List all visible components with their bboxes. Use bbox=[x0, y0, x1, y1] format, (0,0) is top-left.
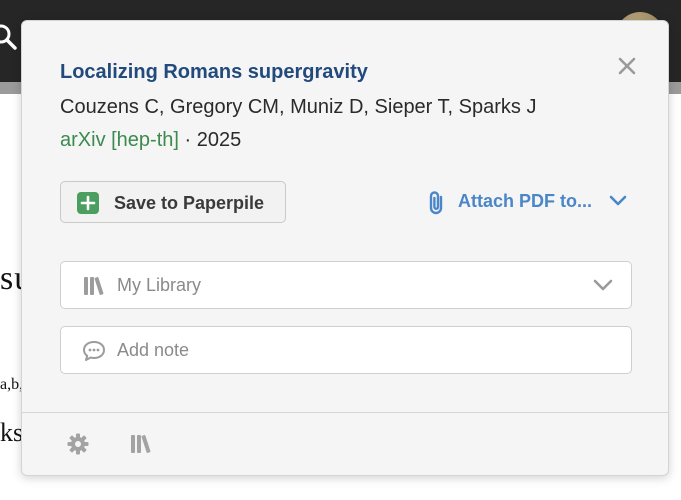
paper-venue-line: arXiv [hep-th] · 2025 bbox=[60, 129, 241, 152]
search-icon[interactable] bbox=[0, 22, 22, 59]
paper-year: 2025 bbox=[196, 129, 242, 151]
paper-venue: arXiv [hep-th] bbox=[60, 129, 179, 151]
chevron-down-icon bbox=[608, 194, 628, 213]
save-button-label: Save to Paperpile bbox=[114, 193, 265, 213]
paper-title: Localizing Romans supergravity bbox=[60, 61, 368, 83]
add-note-field[interactable]: Add note bbox=[60, 326, 632, 374]
paperclip-icon bbox=[426, 189, 448, 222]
library-books-icon bbox=[81, 274, 107, 303]
paperpile-popup: Localizing Romans supergravity Couzens C… bbox=[21, 20, 669, 476]
close-icon[interactable] bbox=[616, 55, 638, 77]
gear-icon[interactable] bbox=[66, 432, 90, 461]
background-body-text: ks bbox=[0, 418, 24, 447]
library-select-value: My Library bbox=[117, 275, 202, 295]
background-affiliation-text: a,b, bbox=[0, 376, 24, 393]
save-to-paperpile-button[interactable]: Save to Paperpile bbox=[60, 181, 286, 223]
speech-bubble-icon bbox=[81, 339, 107, 368]
library-select[interactable]: My Library bbox=[60, 261, 632, 309]
attach-pdf-label: Attach PDF to... bbox=[458, 191, 592, 211]
add-note-placeholder: Add note bbox=[117, 340, 190, 360]
paper-authors: Couzens C, Gregory CM, Muniz D, Sieper T… bbox=[60, 96, 537, 118]
chevron-down-icon bbox=[592, 278, 614, 297]
plus-square-icon bbox=[77, 192, 99, 214]
library-books-icon[interactable] bbox=[128, 432, 154, 461]
footer-divider bbox=[22, 412, 668, 413]
venue-separator: · bbox=[178, 129, 197, 151]
